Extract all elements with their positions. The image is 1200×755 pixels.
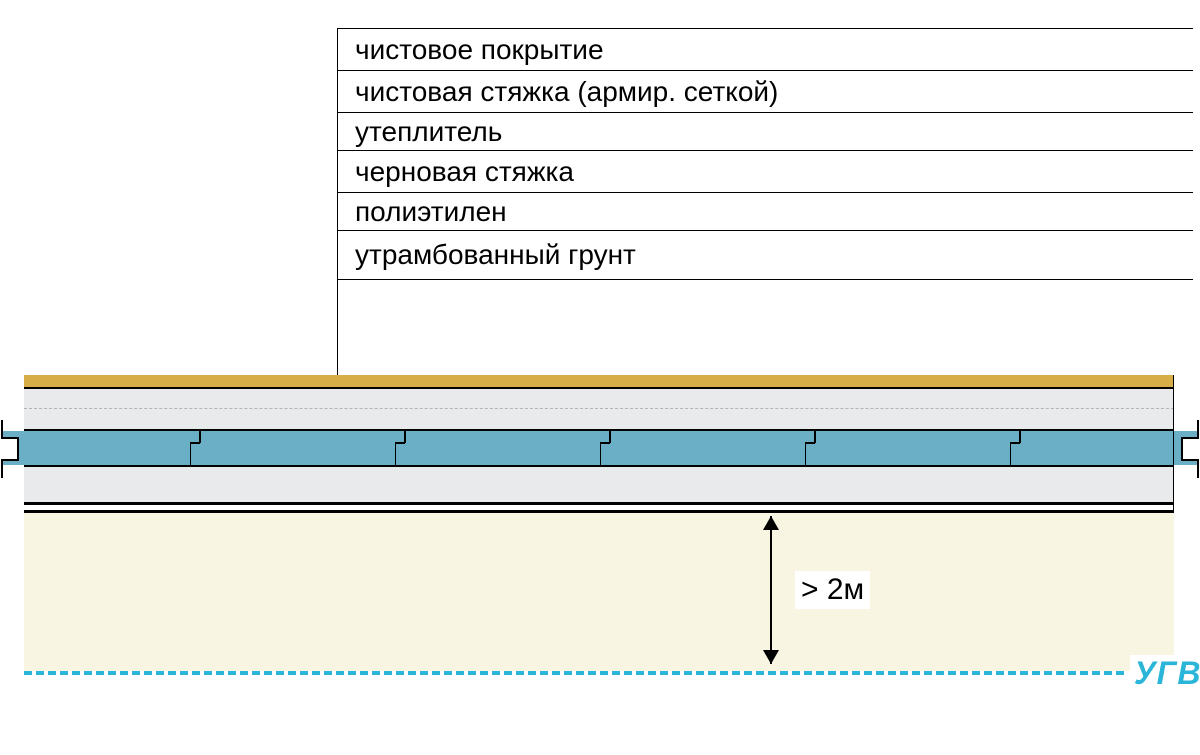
section-break-left-icon [0,420,26,474]
legend-label: утеплитель [355,116,502,148]
groundwater-level-label: УГВ [1130,655,1200,692]
legend-row-polyethylene: полиэтилен [337,192,1193,230]
layer-finish-screed [24,389,1174,429]
legend-label: полиэтилен [355,196,507,228]
dimension-label: > 2м [795,571,870,609]
insulation-joint-icon [805,431,825,465]
arrow-up-icon [763,516,779,530]
layer-finish-coating [24,375,1174,387]
groundwater-level-line [24,671,1124,675]
legend-row-screed-top: чистовая стяжка (армир. сеткой) [337,70,1193,112]
legend-table: чистовое покрытие чистовая стяжка (армир… [337,28,1193,280]
layer-compacted-ground [24,513,1174,671]
legend-label: утрамбованный грунт [355,239,636,271]
legend-row-finish: чистовое покрытие [337,28,1193,70]
legend-label: чистовая стяжка (армир. сеткой) [355,76,778,108]
insulation-joint-icon [600,431,620,465]
section-edge-line [1173,375,1174,512]
diagram-canvas: чистовое покрытие чистовая стяжка (армир… [0,0,1200,755]
arrow-down-icon [763,650,779,664]
insulation-joint-icon [190,431,210,465]
layer-rough-screed [24,467,1174,502]
dimension-line [770,516,772,664]
legend-label: чистовое покрытие [355,34,604,66]
legend-row-rough-screed: черновая стяжка [337,150,1193,192]
legend-row-insulation: утеплитель [337,112,1193,150]
legend-row-ground: утрамбованный грунт [337,230,1193,280]
insulation-joint-icon [395,431,415,465]
rebar-mesh-line [24,408,1174,409]
legend-label: черновая стяжка [355,156,574,188]
section-break-right-icon [1174,420,1200,474]
dimension-annotation: > 2м [750,516,950,666]
insulation-joint-icon [1010,431,1030,465]
